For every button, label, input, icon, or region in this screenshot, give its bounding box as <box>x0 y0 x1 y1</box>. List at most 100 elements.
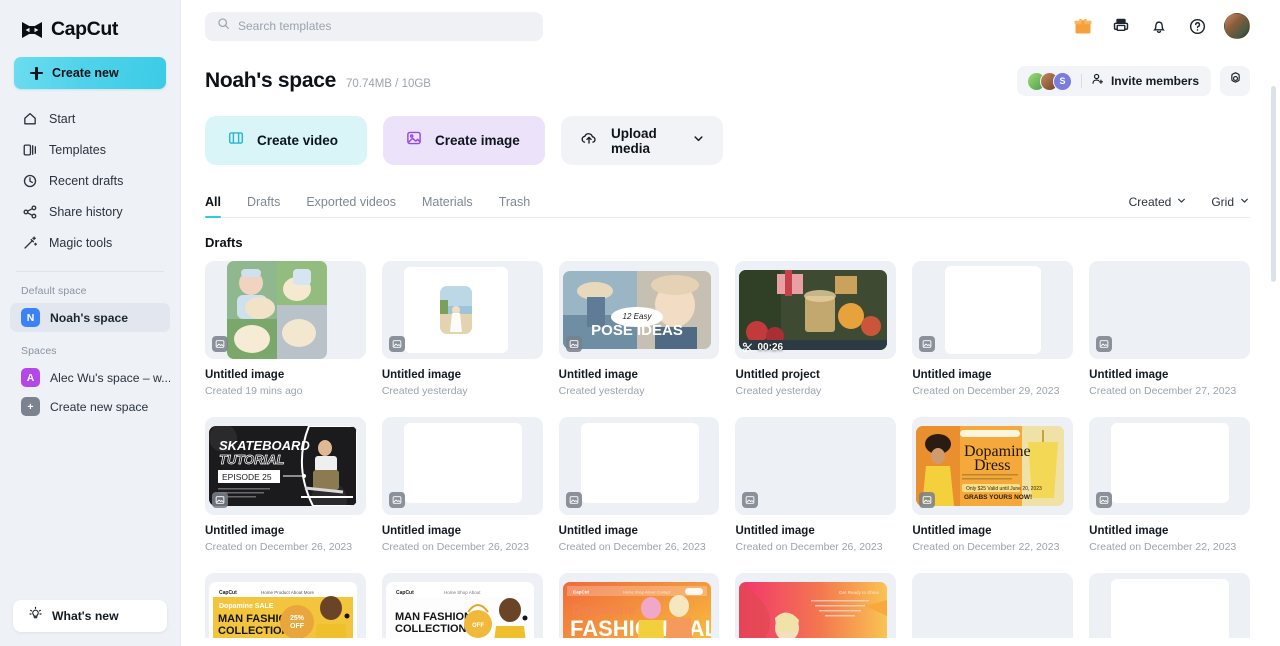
sidebar-item-start[interactable]: Start <box>0 103 180 134</box>
draft-card[interactable]: Untitled image Created on December 26, 2… <box>381 417 543 553</box>
user-avatar[interactable] <box>1224 13 1250 39</box>
sidebar-item-recent-drafts[interactable]: Recent drafts <box>0 165 180 196</box>
members-pill[interactable]: S Invite members <box>1016 66 1211 96</box>
card-meta: Created on December 29, 2023 <box>912 385 1060 397</box>
create-video-button[interactable]: Create video <box>205 116 367 165</box>
card-thumbnail[interactable] <box>1089 417 1250 515</box>
plus-icon <box>30 66 43 80</box>
create-new-button[interactable]: Create new <box>14 57 166 89</box>
tab-trash[interactable]: Trash <box>499 195 531 217</box>
svg-text:CapCut: CapCut <box>396 590 414 596</box>
svg-text:TUTORIAL: TUTORIAL <box>219 452 285 467</box>
card-title: Untitled project <box>735 369 820 381</box>
draft-card[interactable]: CapCut Home Product About More Dopamine … <box>205 573 366 638</box>
draft-card[interactable]: 00:26 Untitled project Created yesterday <box>735 261 897 397</box>
tab-exported-videos[interactable]: Exported videos <box>306 195 396 217</box>
thumbnail-art-beach-portrait <box>439 286 472 334</box>
card-thumbnail[interactable]: 12 Easy POSE IDEAS <box>558 261 720 359</box>
card-thumbnail[interactable] <box>1089 573 1250 638</box>
gift-icon[interactable] <box>1072 15 1094 37</box>
thumbnail-art-pose-ideas: 12 Easy POSE IDEAS <box>562 271 711 349</box>
thumbnail-art-skateboard-tutorial: SKATEBOARD TUTORIAL EPISODE 25 <box>209 426 357 506</box>
image-type-badge <box>742 492 759 508</box>
create-image-label: Create image <box>435 133 520 148</box>
draft-card[interactable]: SKATEBOARD TUTORIAL EPISODE 25 Untitled … <box>205 417 366 553</box>
card-thumbnail[interactable]: CapCut Home Product About More Dopamine … <box>205 573 366 638</box>
card-title: Untitled image <box>381 369 462 381</box>
search-input[interactable] <box>238 19 518 33</box>
draft-card[interactable]: CapCut Home Shop About MAN FASHION COLLE… <box>381 573 543 638</box>
view-dropdown[interactable]: Grid <box>1211 195 1250 209</box>
space-label: Noah's space <box>50 310 129 325</box>
plus-square-icon: + <box>21 397 40 416</box>
svg-text:OFF: OFF <box>290 623 305 630</box>
card-title: Untitled image <box>205 369 285 381</box>
upload-media-button[interactable]: Upload media <box>561 116 723 165</box>
draft-card[interactable]: Untitled image Created on December 26, 2… <box>558 417 720 553</box>
page-header-actions: S Invite members <box>1016 66 1250 96</box>
help-icon[interactable] <box>1186 15 1208 37</box>
card-thumbnail[interactable]: CapCut Home Shop About MAN FASHION COLLE… <box>381 573 543 638</box>
card-thumbnail[interactable] <box>912 261 1074 359</box>
vertical-scrollbar[interactable] <box>1271 86 1276 282</box>
sidebar-item-share-history[interactable]: Share history <box>0 196 180 227</box>
card-thumbnail[interactable]: Dopamine Dress Only $25 Valid until June… <box>912 417 1074 515</box>
draft-card[interactable]: Untitled image Created on December 26, 2… <box>735 417 897 553</box>
card-thumbnail[interactable]: SKATEBOARD TUTORIAL EPISODE 25 <box>205 417 366 515</box>
thumbnail-art-fashion-sale: CapCut Home Shop About Contact Dopamine … <box>562 582 711 638</box>
card-thumbnail[interactable] <box>735 417 897 515</box>
draft-card[interactable]: Untitled image Created on December 22, 2… <box>1089 417 1250 553</box>
card-thumbnail[interactable]: CapCut Home Shop About Contact Dopamine … <box>558 573 720 638</box>
card-thumbnail[interactable] <box>558 417 720 515</box>
sidebar-item-alec-wu-space[interactable]: A Alec Wu's space – w... <box>10 363 170 392</box>
bell-icon[interactable] <box>1148 15 1170 37</box>
draft-card[interactable]: CapCut Home Shop About Contact Dopamine … <box>558 573 720 638</box>
svg-text:12 Easy: 12 Easy <box>622 312 652 321</box>
image-icon <box>405 129 423 152</box>
app-logo[interactable]: CapCut <box>0 0 180 46</box>
create-image-button[interactable]: Create image <box>383 116 545 165</box>
draft-card[interactable]: Dopamine Dress Only $25 Valid until June… <box>912 417 1074 553</box>
draft-card[interactable] <box>912 573 1074 638</box>
draft-card[interactable]: Untitled image Created on December 27, 2… <box>1089 261 1250 397</box>
sort-dropdown[interactable]: Created <box>1129 195 1188 209</box>
invite-members-button[interactable]: Invite members <box>1091 72 1199 91</box>
drafts-grid-row-1: Untitled image Created 19 mins ago Untit… <box>205 261 1250 397</box>
card-thumbnail[interactable] <box>1089 261 1250 359</box>
whats-new-button[interactable]: What's new <box>13 600 167 632</box>
card-meta: Created 19 mins ago <box>205 385 303 397</box>
tab-drafts[interactable]: Drafts <box>247 195 280 217</box>
svg-text:CapCut: CapCut <box>573 590 589 595</box>
sidebar-item-templates[interactable]: Templates <box>0 134 180 165</box>
storage-quota: 70.74MB / 10GB <box>345 78 431 90</box>
card-thumbnail[interactable]: Get Ready to Shine Unleash Your Inner <box>735 573 897 638</box>
draft-card[interactable]: Untitled image Created 19 mins ago <box>205 261 366 397</box>
card-thumbnail[interactable] <box>381 417 543 515</box>
printer-icon[interactable] <box>1110 15 1132 37</box>
quick-actions: Create video Create image Upload media <box>180 100 1280 165</box>
sidebar-item-create-new-space[interactable]: + Create new space <box>10 392 170 421</box>
svg-text:OFF: OFF <box>472 623 484 629</box>
svg-text:Dopamine SALE: Dopamine SALE <box>219 603 274 610</box>
draft-card[interactable]: 12 Easy POSE IDEAS Untitled image Create… <box>558 261 720 397</box>
tab-all[interactable]: All <box>205 195 221 218</box>
card-thumbnail[interactable] <box>912 573 1074 638</box>
card-thumbnail[interactable]: 00:26 <box>735 261 897 359</box>
search-box[interactable] <box>205 11 543 41</box>
draft-card[interactable]: Untitled image Created yesterday <box>381 261 543 397</box>
card-thumbnail[interactable] <box>381 261 543 359</box>
chevron-down-icon[interactable] <box>692 132 705 150</box>
sidebar-item-magic-tools[interactable]: Magic tools <box>0 227 180 258</box>
card-thumbnail[interactable] <box>205 261 366 359</box>
draft-card[interactable] <box>1089 573 1250 638</box>
sidebar-item-noahs-space[interactable]: N Noah's space <box>10 303 170 332</box>
settings-button[interactable] <box>1220 66 1250 96</box>
image-type-badge <box>919 336 936 352</box>
draft-card[interactable]: Get Ready to Shine Unleash Your Inner <box>735 573 897 638</box>
whats-new-label: What's new <box>52 609 119 623</box>
tab-materials[interactable]: Materials <box>422 195 473 217</box>
draft-card[interactable]: Untitled image Created on December 29, 2… <box>912 261 1074 397</box>
svg-text:GRABS YOURS NOW!: GRABS YOURS NOW! <box>964 494 1032 501</box>
card-meta: Created yesterday <box>558 385 645 397</box>
space-label: Create new space <box>50 399 149 414</box>
